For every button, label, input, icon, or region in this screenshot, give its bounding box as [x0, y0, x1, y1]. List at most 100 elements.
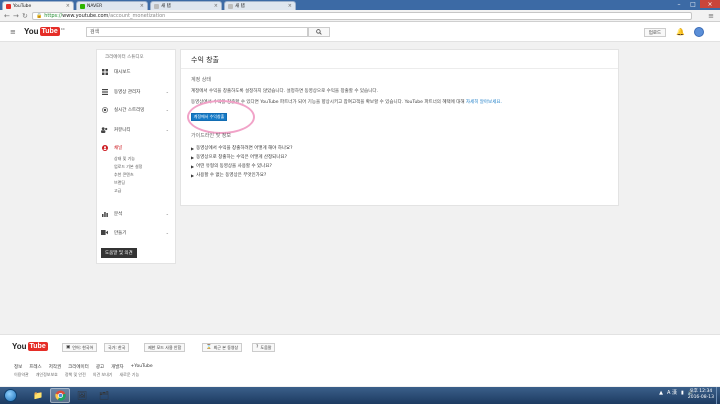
tab-youtube[interactable]: YouTube ×	[2, 1, 74, 10]
naver-favicon-icon	[80, 3, 85, 9]
help-button-label: 도움말	[260, 344, 272, 350]
footer-links-secondary: 이용약관 개인정보보호 정책 및 안전 의견 보내기 새로운 기능	[14, 372, 139, 378]
show-desktop-button[interactable]	[716, 387, 720, 404]
avatar[interactable]	[694, 27, 704, 37]
forward-icon[interactable]: →	[13, 12, 19, 20]
creator-studio-sidebar: 크리에이터 스튜디오 대시보드 동영상 관리자 ⌄ 실시간 스트리밍 ⌄ 커뮤니…	[96, 49, 176, 264]
close-tab-icon[interactable]: ×	[214, 3, 218, 9]
tab-label: 새 탭	[235, 4, 245, 9]
url-field[interactable]: 🔒 https://www.youtube.com/account_monetiz…	[32, 12, 692, 20]
network-icon[interactable]: ▮	[681, 390, 684, 396]
language-button[interactable]: ▣ 언어: 한국어	[62, 343, 98, 352]
sidebar-subitem-advanced[interactable]: 고급	[114, 188, 121, 194]
sidebar-item-community[interactable]: 커뮤니티 ⌄	[101, 125, 173, 134]
sidebar-item-label: 분석	[114, 211, 123, 217]
faq-item[interactable]: ▶ 어떤 유형의 동영상을 사용할 수 있나요?	[191, 163, 272, 170]
restricted-mode-button[interactable]: 제한 모드 사용 안함	[144, 343, 186, 352]
triangle-right-icon: ▶	[191, 145, 195, 151]
sidebar-subitem-branding[interactable]: 브랜딩	[114, 180, 125, 186]
reload-icon[interactable]: ↻	[22, 12, 28, 20]
page-favicon-icon	[154, 3, 159, 9]
footer-link[interactable]: 개발자	[111, 364, 123, 370]
channel-icon	[101, 144, 108, 151]
tray-arrow-icon[interactable]: ▲	[659, 390, 663, 396]
sidebar-item-live-streaming[interactable]: 실시간 스트리밍 ⌄	[101, 105, 173, 114]
faq-item[interactable]: ▶ 동영상에서 수익을 창출하려면 어떻게 해야 하나요?	[191, 145, 293, 152]
hamburger-menu-icon[interactable]: ≡	[10, 28, 16, 36]
sidebar-subitem-status[interactable]: 상태 및 기능	[114, 156, 135, 162]
minimize-icon[interactable]: –	[672, 0, 686, 8]
footer-link[interactable]: 정책 및 안전	[65, 372, 86, 378]
dashboard-icon	[101, 68, 108, 75]
sidebar-subitem-featured-content[interactable]: 추천 콘텐츠	[114, 172, 134, 178]
partner-info-text: 동영상에서 수익을 창출할 수 있다면 YouTube 파트너가 되어 기능을 …	[191, 99, 502, 105]
footer-link[interactable]: 정보	[14, 364, 22, 370]
triangle-right-icon: ▶	[191, 154, 195, 160]
footer-link[interactable]: 프레스	[29, 364, 41, 370]
footer-link[interactable]: 크리에이터	[68, 364, 89, 370]
notifications-bell-icon[interactable]: 🔔	[676, 28, 685, 36]
footer-link[interactable]: 새로운 기능	[119, 372, 139, 378]
browser-menu-icon[interactable]: ≡	[708, 12, 714, 20]
close-tab-icon[interactable]: ×	[140, 3, 144, 9]
footer-links-primary: 정보 프레스 저작권 크리에이터 광고 개발자 +YouTube	[14, 364, 153, 370]
start-button[interactable]	[4, 389, 17, 402]
triangle-right-icon: ▶	[191, 163, 195, 169]
footer-youtube-logo[interactable]: You Tube	[12, 342, 48, 351]
search-input[interactable]: 검색	[86, 27, 308, 37]
help-button[interactable]: ? 도움말	[252, 343, 276, 352]
help-feedback-button[interactable]: 도움말 및 의견	[101, 248, 137, 258]
tray-language[interactable]: A 漢	[667, 389, 677, 396]
account-status-text: 계정에서 수익을 창출하도록 설정하지 않았습니다. 설정하면 동영상으로 수익…	[191, 89, 378, 94]
footer-link[interactable]: +YouTube	[131, 364, 153, 370]
footer-link[interactable]: 의견 보내기	[93, 372, 113, 378]
faq-item[interactable]: ▶ 동영상으로 창출하는 수익은 어떻게 산정되나요?	[191, 154, 287, 161]
chevron-down-icon[interactable]: ⌄	[166, 89, 169, 94]
taskbar-clock[interactable]: 오후 12:34 2016-08-13	[688, 389, 714, 401]
close-tab-icon[interactable]: ×	[66, 3, 70, 9]
history-button[interactable]: ⌛ 최근 본 동영상	[202, 343, 243, 352]
faq-item[interactable]: ▶ 사용할 수 없는 동영상은 무엇인가요?	[191, 172, 266, 179]
youtube-logo[interactable]: You Tube KR	[24, 27, 65, 36]
maximize-icon[interactable]: □	[686, 0, 700, 8]
chevron-down-icon[interactable]: ⌄	[166, 230, 169, 235]
sidebar-item-dashboard[interactable]: 대시보드	[101, 67, 173, 76]
footer-link[interactable]: 이용약관	[14, 372, 29, 378]
back-icon[interactable]: ←	[4, 12, 10, 20]
enable-monetization-button[interactable]: 계정에서 수익창출	[191, 113, 227, 121]
url-scheme: https://	[44, 13, 63, 19]
tab-naver[interactable]: NAVER ×	[76, 1, 148, 10]
chevron-down-icon[interactable]: ⌄	[166, 211, 169, 216]
close-tab-icon[interactable]: ×	[288, 3, 292, 9]
tab-new-1[interactable]: 새 탭 ×	[150, 1, 222, 10]
search-button[interactable]	[308, 27, 330, 37]
footer-link[interactable]: 개인정보보호	[36, 372, 58, 378]
sidebar-item-label: 실시간 스트리밍	[114, 107, 145, 113]
country-button[interactable]: 국가: 한국	[104, 343, 130, 352]
learn-more-link[interactable]: 자세히 알아보세요.	[466, 100, 502, 105]
app-icon[interactable]: 🗂	[94, 388, 114, 403]
sidebar-subitem-upload-defaults[interactable]: 업로드 기본 설정	[114, 164, 142, 170]
sidebar-item-analytics[interactable]: 분석 ⌄	[101, 209, 173, 218]
sidebar-item-create[interactable]: 만들기 ⌄	[101, 228, 173, 237]
logo-tube: Tube	[39, 27, 60, 36]
url-host: www.youtube.com	[62, 13, 109, 19]
footer-link[interactable]: 저작권	[49, 364, 61, 370]
app-icon[interactable]: 🖼	[72, 388, 92, 403]
file-explorer-icon[interactable]: 📁	[28, 388, 48, 403]
tab-new-2[interactable]: 새 탭 ×	[224, 1, 296, 10]
analytics-icon	[101, 211, 108, 217]
close-window-icon[interactable]: ×	[700, 0, 720, 8]
tab-label: 새 탭	[161, 4, 171, 9]
tab-label: YouTube	[13, 3, 32, 9]
sidebar-item-video-manager[interactable]: 동영상 관리자 ⌄	[101, 87, 173, 96]
upload-button[interactable]: 업로드	[644, 28, 666, 37]
chevron-down-icon[interactable]: ⌄	[166, 107, 169, 112]
logo-tube: Tube	[27, 342, 48, 351]
sidebar-item-channel[interactable]: 채널	[101, 143, 173, 152]
country-button-label: 국가: 한국	[108, 344, 126, 350]
chrome-icon[interactable]	[50, 388, 70, 403]
chevron-down-icon[interactable]: ⌄	[166, 127, 169, 132]
footer-link[interactable]: 광고	[96, 364, 104, 370]
guidelines-heading: 가이드라인 및 정보	[191, 133, 231, 139]
